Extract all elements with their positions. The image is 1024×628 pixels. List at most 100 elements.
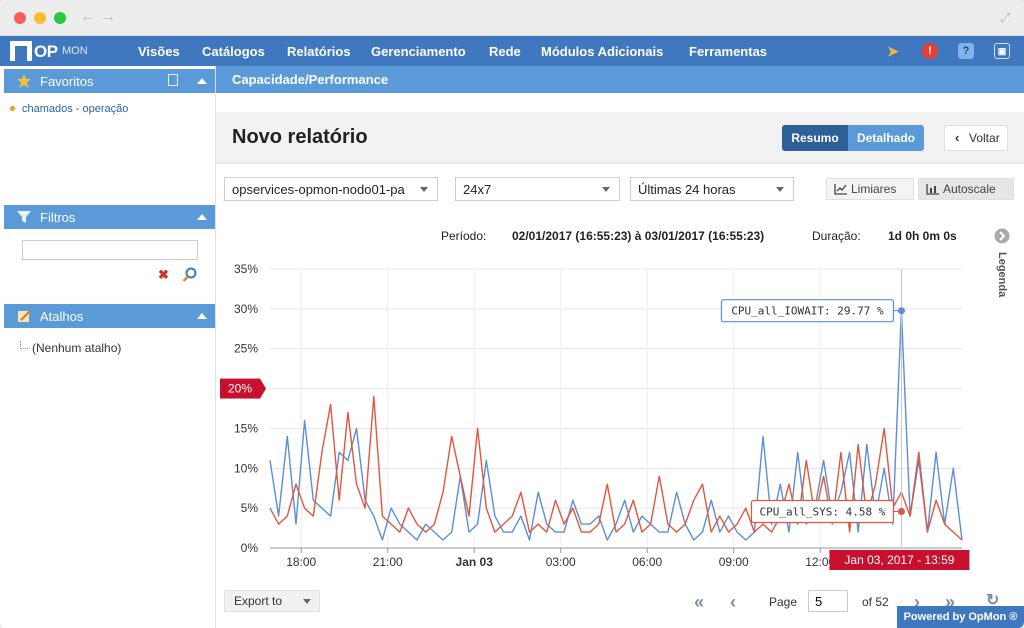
breadcrumb: Capacidade/Performance — [232, 72, 389, 87]
duracao-label: Duração: — [812, 229, 861, 243]
export-label: Export to — [234, 594, 283, 608]
crosshair-date-label: Jan 03, 2017 - 13:59 — [844, 553, 954, 567]
limiares-button[interactable]: Limiares — [826, 178, 914, 200]
detalhado-button[interactable]: Detalhado — [848, 125, 924, 151]
host-select[interactable]: opservices-opmon-nodo01-pa — [224, 177, 438, 201]
search-icon[interactable] — [182, 267, 198, 283]
bookmark-list-icon[interactable] — [168, 74, 178, 86]
nav-rede[interactable]: Rede — [489, 44, 521, 59]
tree-connector — [20, 341, 28, 349]
close-window-button[interactable] — [14, 12, 26, 24]
y-tick-label: 30% — [234, 302, 258, 316]
y-tick-label: 15% — [234, 421, 258, 435]
filter-input[interactable] — [22, 240, 198, 260]
powered-by-badge: Powered by OpMon ® — [897, 606, 1024, 628]
limiares-label: Limiares — [851, 182, 897, 196]
schedule-select[interactable]: 24x7 — [455, 177, 620, 201]
tooltip-label: CPU_all_IOWAIT: 29.77 % — [731, 305, 884, 318]
collapse-caret-icon[interactable] — [197, 313, 207, 319]
fullscreen-icon[interactable]: ⤢ — [1000, 10, 1010, 26]
report-header: Novo relatório Resumo Detalhado ‹ Voltar — [216, 112, 1024, 164]
prev-page-icon[interactable]: ‹ — [730, 592, 736, 613]
chevron-left-icon: ‹ — [955, 130, 960, 145]
duracao-value: 1d 0h 0m 0s — [888, 229, 957, 243]
favoritos-title: Favoritos — [40, 74, 94, 89]
back-label: Voltar — [969, 131, 1000, 145]
collapse-caret-icon[interactable] — [197, 78, 207, 84]
bullet-icon — [10, 106, 15, 111]
back-button[interactable]: ‹ Voltar — [944, 125, 1008, 151]
x-tick-label: 03:00 — [546, 555, 576, 569]
favorite-item-chamados[interactable]: chamados - operação — [22, 103, 128, 115]
periodo-label: Período: — [441, 229, 487, 243]
y-tick-label: 25% — [234, 342, 258, 356]
autoscale-button[interactable]: Autoscale — [918, 178, 1014, 200]
chevron-down-icon — [420, 187, 428, 192]
autoscale-label: Autoscale — [943, 182, 996, 196]
line-chart-icon — [834, 184, 847, 195]
page-label: Page — [769, 595, 798, 609]
y-tick-label: 10% — [234, 461, 258, 475]
threshold-label: 20% — [228, 382, 252, 396]
chevron-down-icon — [776, 187, 784, 192]
shortcut-note-icon — [18, 310, 31, 322]
filter-icon — [17, 211, 31, 223]
help-icon[interactable]: ? — [958, 43, 974, 59]
nav-relatorios[interactable]: Relatórios — [287, 44, 351, 59]
chevron-down-icon — [303, 599, 311, 604]
range-select[interactable]: Últimas 24 horas — [630, 177, 794, 201]
chevron-right-circle-icon — [994, 228, 1010, 244]
nav-modulos-adicionais[interactable]: Módulos Adicionais — [541, 44, 663, 59]
logo-mark-icon — [10, 41, 32, 61]
top-navigation: OP MON Visões Catálogos Relatórios Geren… — [0, 36, 1024, 66]
logo-mon-text: MON — [62, 45, 88, 57]
tooltip-label: CPU_all_SYS: 4.58 % — [760, 505, 886, 518]
filtros-title: Filtros — [40, 210, 76, 225]
sidebar: Favoritos chamados - operação Filtros ✖ … — [0, 66, 216, 628]
breadcrumb-bar: Capacidade/Performance — [216, 66, 1024, 93]
minimize-window-button[interactable] — [34, 12, 46, 24]
periodo-value: 02/01/2017 (16:55:23) à 03/01/2017 (16:5… — [512, 229, 765, 243]
x-tick-label: 18:00 — [286, 555, 316, 569]
maximize-window-button[interactable] — [54, 12, 66, 24]
resumo-button[interactable]: Resumo — [782, 125, 848, 151]
performance-chart[interactable]: 0% 5% 10% 15% 20% 25% 30% 35% 18:00 21:00 Jan 03 03… — [216, 250, 986, 580]
megaphone-icon[interactable]: ➤ — [885, 43, 901, 59]
app-window: ← → ⤢ OP MON Visões Catálogos Relatórios… — [0, 0, 1024, 628]
atalho-empty-text: (Nenhum atalho) — [32, 341, 122, 355]
y-tick-label: 5% — [241, 501, 259, 515]
nav-visoes[interactable]: Visões — [138, 44, 180, 59]
atalhos-title: Atalhos — [40, 309, 84, 324]
page-title: Novo relatório — [232, 126, 368, 148]
first-page-icon[interactable]: « — [694, 592, 704, 613]
atalhos-header[interactable]: Atalhos — [4, 304, 215, 328]
range-select-value: Últimas 24 horas — [638, 182, 736, 197]
alert-icon[interactable]: ! — [922, 43, 938, 59]
chevron-down-icon — [602, 187, 610, 192]
y-tick-label: 0% — [241, 541, 259, 555]
collapse-caret-icon[interactable] — [197, 214, 207, 220]
x-tick-label: Jan 03 — [456, 555, 494, 569]
bar-chart-icon — [926, 184, 939, 195]
host-select-value: opservices-opmon-nodo01-pa — [232, 182, 405, 197]
schedule-select-value: 24x7 — [463, 182, 492, 197]
window-titlebar: ← → ⤢ — [0, 0, 1024, 36]
logo-op-text: OP — [34, 42, 58, 61]
forward-arrow-icon[interactable]: → — [100, 8, 116, 26]
nav-ferramentas[interactable]: Ferramentas — [689, 44, 767, 59]
threshold-marker-arrow — [260, 378, 266, 399]
star-icon — [17, 74, 31, 88]
back-arrow-icon[interactable]: ← — [80, 8, 96, 26]
page-input[interactable] — [808, 590, 848, 612]
x-tick-label: 06:00 — [632, 555, 662, 569]
export-button[interactable]: Export to — [224, 590, 320, 612]
legend-toggle[interactable]: Legenda — [990, 228, 1014, 318]
filtros-header[interactable]: Filtros — [4, 205, 215, 229]
clear-filter-icon[interactable]: ✖ — [158, 267, 169, 283]
nav-catalogos[interactable]: Catálogos — [202, 44, 265, 59]
nav-gerenciamento[interactable]: Gerenciamento — [371, 44, 466, 59]
favoritos-header[interactable]: Favoritos — [4, 69, 215, 93]
page-total: of 52 — [862, 595, 889, 609]
screenshot-icon[interactable]: ▣ — [994, 43, 1010, 59]
legend-label: Legenda — [996, 252, 1008, 298]
